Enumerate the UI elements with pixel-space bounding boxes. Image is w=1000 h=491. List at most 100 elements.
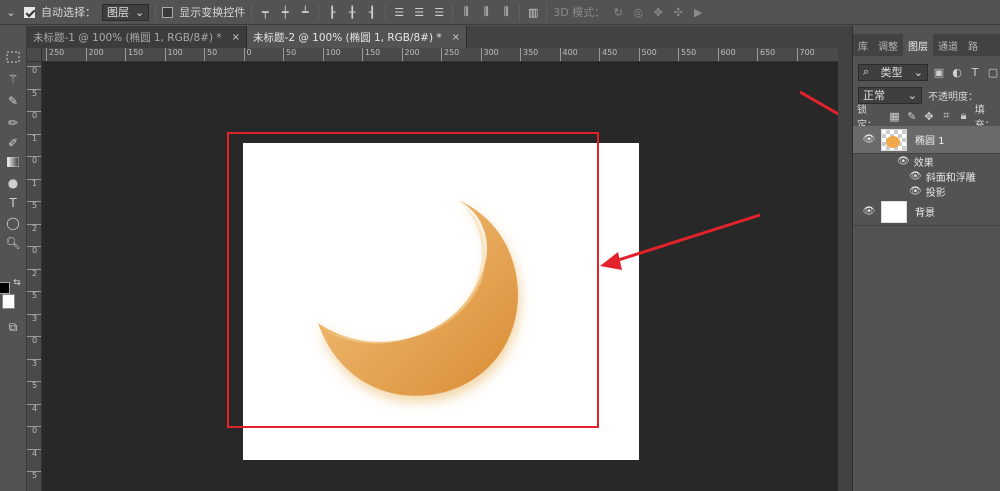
roll-3d-icon[interactable]: ◎: [631, 5, 645, 19]
eyedropper-icon[interactable]: ✎: [4, 92, 22, 110]
align-bottom-icon[interactable]: ┷: [298, 5, 312, 19]
tab-layers[interactable]: 图层: [903, 34, 933, 56]
ruler-tick-label: 3: [27, 313, 41, 323]
align-left-icon[interactable]: ┠: [325, 5, 339, 19]
foreground-color-swatch[interactable]: [0, 282, 10, 294]
layer-thumbnail: [881, 128, 907, 151]
show-transform-checkbox[interactable]: [162, 6, 174, 18]
quick-mask-icon[interactable]: ⧉: [4, 318, 22, 336]
chevron-down-icon: ⌄: [135, 5, 145, 19]
tab-document-1[interactable]: 未标题-1 @ 100% (椭圆 1, RGB/8#) * ×: [27, 26, 248, 48]
zoom-tool-icon[interactable]: 🔍︎: [4, 234, 22, 252]
ruler-tick-label: 700: [796, 48, 815, 61]
layer-filter-dropdown[interactable]: ⌕ 类型 ⌄: [858, 63, 928, 81]
marquee-tool-icon[interactable]: [4, 48, 22, 66]
horizontal-ruler[interactable]: 250 200 150 100 50 0 50 100 150 200 250 300 350 400 45…: [42, 48, 838, 62]
filter-pixel-icon[interactable]: ▣: [932, 65, 946, 79]
ruler-tick-label: 5: [27, 201, 41, 210]
ellipse-tool-icon[interactable]: ◯: [4, 214, 22, 232]
tab-adjustments[interactable]: 调整: [873, 34, 903, 56]
visibility-eye-icon[interactable]: 👁︎: [897, 156, 910, 167]
auto-select-dropdown[interactable]: 图层 ⌄: [102, 3, 150, 21]
brush-icon[interactable]: ✏: [4, 114, 22, 132]
divider: [251, 3, 253, 21]
vertical-scrollbar[interactable]: [838, 48, 852, 491]
ruler-tick-label: 0: [27, 111, 41, 120]
filter-shape-icon[interactable]: ▢: [986, 65, 1000, 79]
lock-all-icon[interactable]: 🔒︎: [957, 109, 969, 123]
tab-document-2[interactable]: 未标题-2 @ 100% (椭圆 1, RGB/8#) * ×: [247, 26, 468, 48]
lock-position-icon[interactable]: ✥: [923, 109, 935, 123]
align-hcenter-icon[interactable]: ╂: [345, 5, 359, 19]
close-icon[interactable]: ×: [232, 32, 240, 43]
layer-thumbnail: [881, 200, 907, 223]
show-transform-label: 显示变换控件: [179, 6, 246, 19]
ruler-tick-label: 0: [243, 48, 252, 61]
gradient-tool-icon[interactable]: [4, 153, 22, 171]
tab-paths[interactable]: 路: [963, 34, 983, 56]
layer-row-background[interactable]: 👁︎ 背景: [853, 198, 1000, 226]
layers-panel: 库 调整 图层 通道 路 ⌕类型⌄ ▣ ◐ T ▢ 正常⌄ 不透明度： 锁定： …: [852, 26, 1000, 491]
history-brush-icon[interactable]: ✐: [4, 134, 22, 152]
drag-3d-icon[interactable]: ✥: [651, 5, 665, 19]
visibility-eye-icon[interactable]: 👁︎: [909, 171, 922, 182]
distribute-left-icon[interactable]: ⫼: [459, 5, 473, 19]
move-tool-preset-chevron-icon[interactable]: ⌄: [4, 5, 18, 19]
orbit-3d-icon[interactable]: ↻: [611, 5, 625, 19]
align-right-icon[interactable]: ┨: [365, 5, 379, 19]
distribute-top-icon[interactable]: ☰: [392, 5, 406, 19]
lock-row: 锁定： ▦ ✎ ✥ ⌗ 🔒︎ 填充：: [853, 105, 1000, 131]
effect-item-shadow[interactable]: 👁︎ 投影: [909, 184, 946, 199]
ruler-tick-label: 100: [164, 48, 183, 61]
vertical-ruler[interactable]: 0 5 0 1 0 1 5 2 0 2 5 3 0 3 5 4 0 4 5: [27, 62, 42, 491]
close-icon[interactable]: ×: [452, 32, 460, 43]
slide-3d-icon[interactable]: ✣: [671, 5, 685, 19]
auto-select-checkbox[interactable]: [24, 6, 35, 18]
document-canvas[interactable]: [243, 143, 639, 460]
search-icon: ⌕: [863, 65, 870, 78]
divider: [318, 3, 320, 21]
auto-align-icon[interactable]: ▥: [526, 5, 540, 19]
background-color-swatch[interactable]: [2, 294, 15, 309]
scale-3d-icon[interactable]: ▶: [691, 5, 705, 19]
layer-row-ellipse[interactable]: 👁︎ 椭圆 1: [853, 126, 1000, 154]
divider: [519, 3, 521, 21]
effects-row[interactable]: 👁︎ 效果: [897, 154, 934, 169]
lock-transparent-icon[interactable]: ▦: [888, 109, 900, 123]
effects-label: 效果: [913, 157, 934, 169]
ruler-tick-label: 1: [27, 178, 41, 188]
tab-channels[interactable]: 通道: [933, 34, 963, 56]
divider: [385, 3, 387, 21]
layer-name: 背景: [915, 208, 935, 219]
distribute-bottom-icon[interactable]: ☰: [432, 5, 446, 19]
visibility-eye-icon[interactable]: 👁︎: [861, 133, 877, 147]
tab-label: 未标题-2 @ 100% (椭圆 1, RGB/8#) *: [253, 31, 442, 44]
filter-type-icon[interactable]: T: [968, 65, 982, 79]
ruler-tick-label: 5: [27, 471, 41, 480]
ruler-tick-label: 0: [27, 336, 41, 345]
effect-item-bevel[interactable]: 👁︎ 斜面和浮雕: [909, 169, 976, 184]
visibility-eye-icon[interactable]: 👁︎: [861, 205, 877, 219]
ruler-tick-label: 300: [480, 48, 499, 61]
tools-panel: ⚚ ✎ ✏ ✐ ● T ◯ 🔍︎ ⇆ ⧉: [0, 26, 27, 491]
magic-wand-icon[interactable]: ⚚: [4, 70, 22, 88]
type-tool-icon[interactable]: T: [4, 194, 22, 212]
ruler-tick-label: 4: [27, 403, 41, 413]
chevron-down-icon: ⌄: [907, 88, 917, 102]
align-vcenter-icon[interactable]: ┿: [278, 5, 292, 19]
visibility-eye-icon[interactable]: 👁︎: [909, 186, 922, 197]
ruler-tick-label: 0: [27, 246, 41, 255]
tab-libraries[interactable]: 库: [853, 34, 873, 56]
align-top-icon[interactable]: ┯: [258, 5, 272, 19]
ruler-tick-label: 200: [85, 48, 104, 61]
distribute-hcenter-icon[interactable]: ⫼: [479, 5, 493, 19]
filter-adjustment-icon[interactable]: ◐: [950, 65, 964, 79]
swap-colors-icon[interactable]: ⇆: [8, 274, 26, 292]
chevron-down-icon: ⌄: [913, 65, 923, 79]
lock-pixels-icon[interactable]: ✎: [906, 109, 918, 123]
distribute-right-icon[interactable]: ⫼: [499, 5, 513, 19]
ruler-tick-label: 2: [27, 223, 41, 233]
lock-artboard-icon[interactable]: ⌗: [940, 109, 952, 123]
dodge-tool-icon[interactable]: ●: [4, 174, 22, 192]
distribute-vcenter-icon[interactable]: ☰: [412, 5, 426, 19]
